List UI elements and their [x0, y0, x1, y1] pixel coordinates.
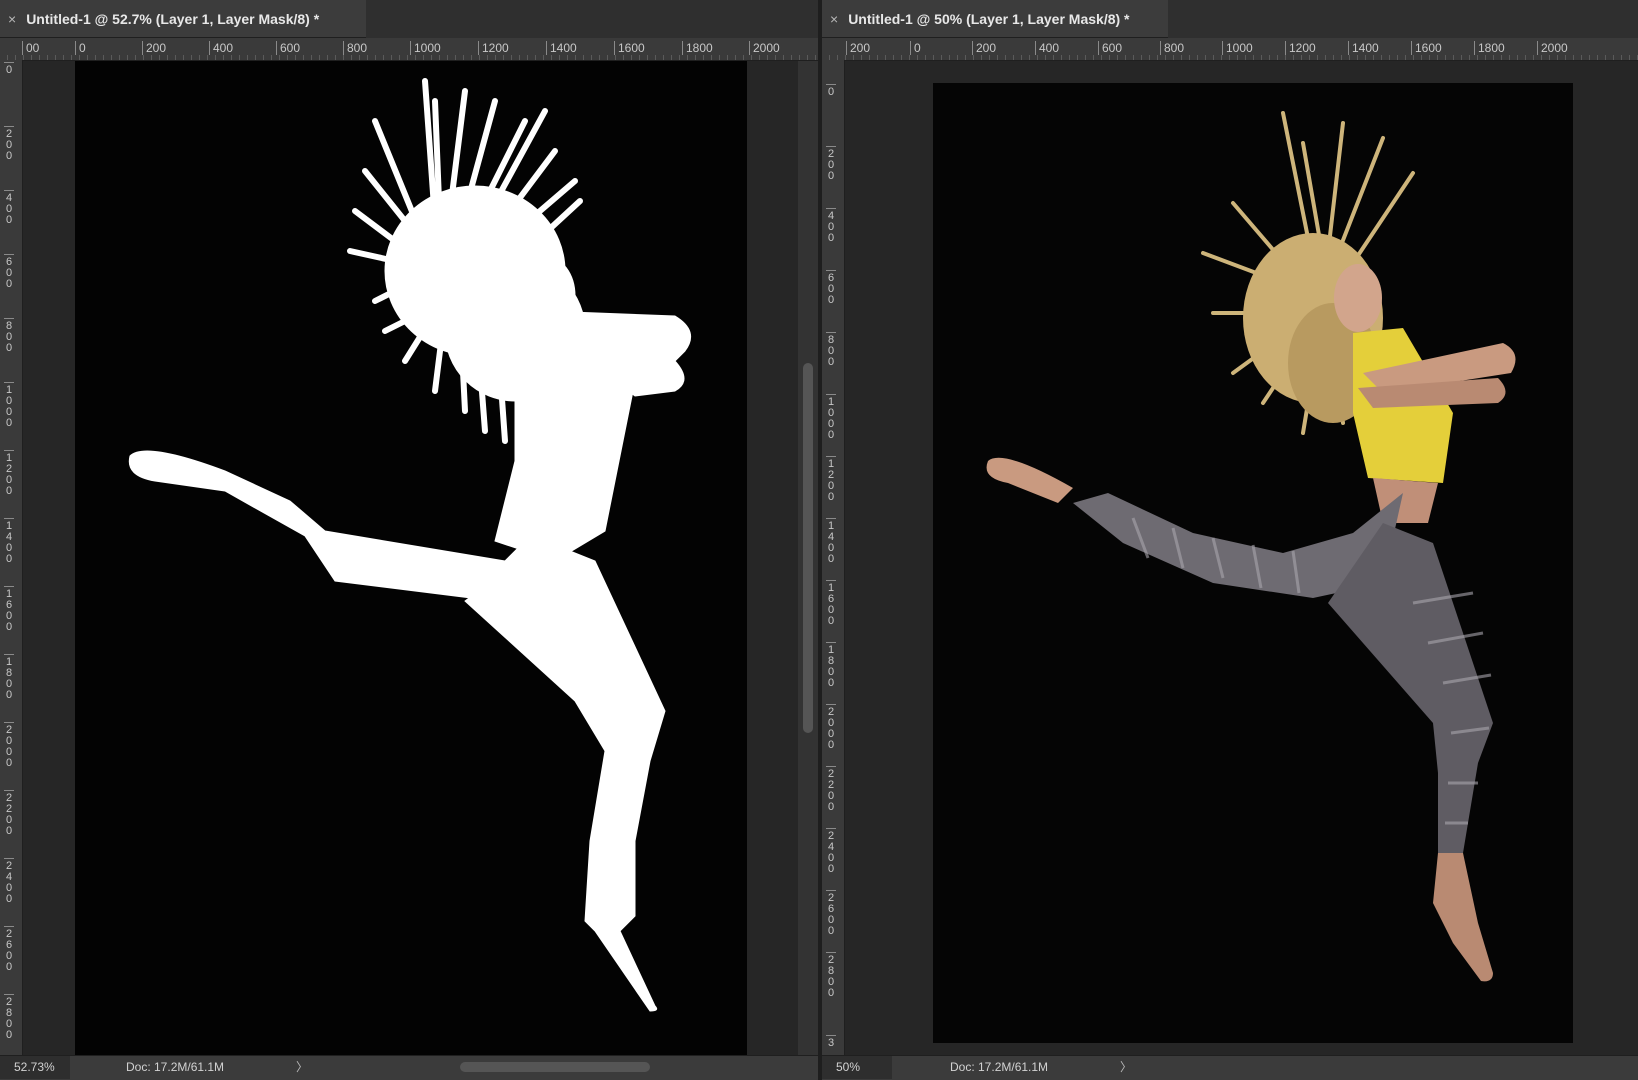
ruler-label: 1600	[614, 41, 645, 55]
ruler-label: 1400	[4, 518, 14, 565]
horizontal-scroll-thumb[interactable]	[460, 1062, 650, 1072]
status-bar: 52.73% Doc: 17.2M/61.1M 〉	[0, 1055, 820, 1080]
ruler-label: 0	[910, 41, 921, 55]
ruler-label: 200	[846, 41, 870, 55]
document-window-mask[interactable]: × Untitled-1 @ 52.7% (Layer 1, Layer Mas…	[0, 0, 820, 1080]
ruler-label: 600	[4, 254, 14, 290]
ruler-label: 1000	[410, 41, 441, 55]
pasteboard[interactable]	[845, 61, 1638, 1056]
ruler-label: 1400	[1348, 41, 1379, 55]
ruler-label: 0	[4, 62, 14, 76]
document-tab-mask[interactable]: × Untitled-1 @ 52.7% (Layer 1, Layer Mas…	[0, 0, 366, 38]
ruler-label: 1600	[1411, 41, 1442, 55]
ruler-label: 200	[826, 146, 836, 182]
status-menu-arrow-icon[interactable]: 〉	[296, 1056, 308, 1079]
ruler-label: 800	[826, 332, 836, 368]
ruler-label: 1400	[546, 41, 577, 55]
vertical-scrollbar[interactable]	[798, 61, 820, 1056]
ruler-label: 1800	[1474, 41, 1505, 55]
vertical-ruler[interactable]: 0 200 400 600 800 1000 1200 1400 1600 18…	[822, 60, 845, 1056]
ruler-label: 2000	[1537, 41, 1568, 55]
close-tab-icon[interactable]: ×	[830, 11, 838, 27]
ruler-label: 2200	[4, 790, 14, 837]
document-tab-title: Untitled-1 @ 50% (Layer 1, Layer Mask/8)…	[848, 10, 1130, 27]
ruler-label: 600	[826, 270, 836, 306]
vertical-scroll-thumb[interactable]	[803, 363, 813, 733]
document-size-info[interactable]: Doc: 17.2M/61.1M	[126, 1056, 224, 1079]
tab-bar-empty	[1168, 0, 1638, 39]
document-window-photo[interactable]: × Untitled-1 @ 50% (Layer 1, Layer Mask/…	[822, 0, 1638, 1080]
dancer-photo-image	[986, 111, 1516, 982]
ruler-label: 1000	[1222, 41, 1253, 55]
canvas-photo[interactable]	[933, 83, 1573, 1043]
ruler-label: 800	[1160, 41, 1184, 55]
ruler-label: 1600	[4, 586, 14, 633]
ruler-label: 2000	[4, 722, 14, 769]
ruler-label: 600	[276, 41, 300, 55]
horizontal-ruler[interactable]: 00 0 200 400 600 800 1000 1200 1400 1600…	[0, 38, 820, 61]
status-menu-arrow-icon[interactable]: 〉	[1120, 1056, 1132, 1079]
ruler-label: 1400	[826, 518, 836, 565]
ruler-label: 2400	[826, 828, 836, 875]
vertical-ruler[interactable]: 0 200 400 600 800 1000 1200 1400 1600 18…	[0, 60, 23, 1056]
ruler-label: 1800	[826, 642, 836, 689]
document-size-info[interactable]: Doc: 17.2M/61.1M	[950, 1056, 1048, 1079]
ruler-label: 1600	[826, 580, 836, 627]
ruler-label: 1000	[4, 382, 14, 429]
ruler-label: 2800	[4, 994, 14, 1041]
ruler-label: 2000	[826, 704, 836, 751]
zoom-level-field[interactable]: 52.73%	[0, 1056, 70, 1079]
canvas-layer-mask[interactable]	[75, 61, 747, 1056]
ruler-label: 400	[826, 208, 836, 244]
ruler-label: 2600	[826, 890, 836, 937]
ruler-label: 1800	[4, 654, 14, 701]
ruler-label: 1200	[478, 41, 509, 55]
ruler-label: 200	[142, 41, 166, 55]
ruler-label: 2800	[826, 952, 836, 999]
ruler-label: 800	[4, 318, 14, 354]
ruler-label: 2400	[4, 858, 14, 905]
ruler-label: 400	[1035, 41, 1059, 55]
ruler-label: 1200	[826, 456, 836, 503]
ruler-label: 1800	[682, 41, 713, 55]
ruler-label: 1000	[826, 394, 836, 441]
pasteboard[interactable]	[23, 61, 798, 1056]
ruler-label: 0	[826, 84, 836, 98]
ruler-label: 2600	[4, 926, 14, 973]
ruler-label: 600	[1098, 41, 1122, 55]
status-bar: 50% Doc: 17.2M/61.1M 〉	[822, 1055, 1638, 1080]
ruler-label: 0	[75, 41, 86, 55]
ruler-label: 200	[972, 41, 996, 55]
tab-bar-empty	[366, 0, 820, 39]
mask-silhouette-image	[128, 78, 692, 1012]
ruler-label: 3	[826, 1035, 836, 1049]
ruler-label: 200	[4, 126, 14, 162]
ruler-label: 1200	[1285, 41, 1316, 55]
zoom-level-field[interactable]: 50%	[822, 1056, 892, 1079]
ruler-label: 00	[22, 41, 39, 55]
ruler-label: 800	[343, 41, 367, 55]
ruler-label: 2200	[826, 766, 836, 813]
ruler-label: 1200	[4, 450, 14, 497]
close-tab-icon[interactable]: ×	[8, 11, 16, 27]
ruler-label: 2000	[749, 41, 780, 55]
document-tab-title: Untitled-1 @ 52.7% (Layer 1, Layer Mask/…	[26, 10, 320, 27]
horizontal-ruler[interactable]: 200 0 200 400 600 800 1000 1200 1400 160…	[822, 38, 1638, 61]
ruler-label: 400	[209, 41, 233, 55]
ruler-label: 400	[4, 190, 14, 226]
document-tab-photo[interactable]: × Untitled-1 @ 50% (Layer 1, Layer Mask/…	[822, 0, 1168, 38]
